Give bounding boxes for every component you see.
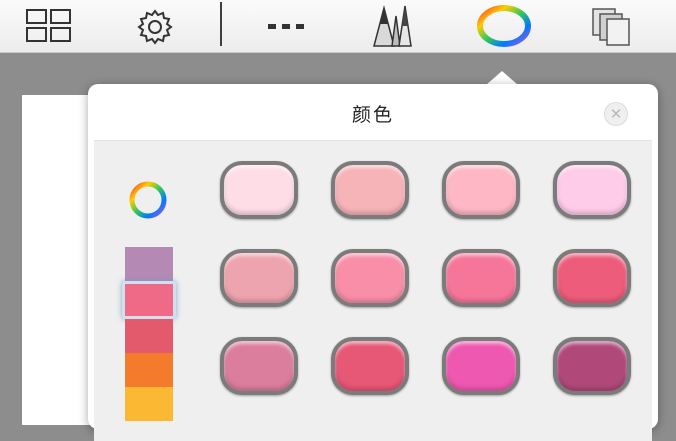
color-swatch[interactable] [220,337,298,395]
color-swatch[interactable] [442,161,520,219]
color-swatch[interactable] [442,249,520,307]
color-swatch[interactable] [442,337,520,395]
layers-button[interactable] [584,0,640,52]
color-swatch[interactable] [331,161,409,219]
color-button[interactable] [474,0,534,52]
toolbar [0,0,676,53]
color-swatch[interactable] [331,249,409,307]
grid-view-button[interactable] [22,0,76,52]
more-icon [268,24,304,29]
grid-view-icon [26,9,71,42]
color-swatch[interactable] [331,337,409,395]
popover-title: 颜色 [351,104,394,126]
strip-color[interactable] [125,387,173,421]
close-button[interactable]: ✕ [604,102,628,126]
color-panel [94,140,652,441]
color-swatch[interactable] [553,161,631,219]
color-swatch[interactable] [553,249,631,307]
color-swatch[interactable] [553,337,631,395]
settings-button[interactable] [130,0,180,52]
brushes-button[interactable] [364,0,420,52]
strip-color[interactable] [125,319,173,353]
color-strip[interactable] [122,247,176,421]
brushes-icon [373,5,412,47]
strip-color[interactable] [125,247,173,281]
gear-icon [137,9,173,45]
color-wheel-button[interactable] [126,178,170,222]
popover-arrow [486,71,518,85]
more-button[interactable] [260,0,312,52]
strip-color[interactable] [125,353,173,387]
color-popover: 颜色 ✕ [88,84,658,441]
color-swatch[interactable] [220,161,298,219]
strip-color-selected[interactable] [122,281,176,319]
layers-icon [592,8,630,46]
toolbar-divider [220,2,222,46]
color-wheel-icon [129,181,167,219]
color-swatch[interactable] [220,249,298,307]
color-wheel-icon [477,5,531,47]
